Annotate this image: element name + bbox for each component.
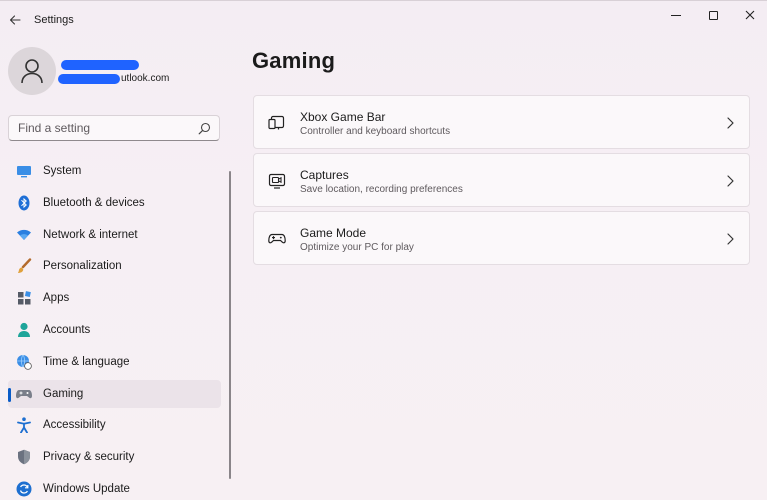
chevron-right-icon — [727, 117, 734, 129]
sidebar-scrollbar[interactable] — [229, 171, 231, 479]
sidebar-item-network[interactable]: Network & internet — [8, 221, 221, 249]
arrow-left-icon — [9, 15, 21, 25]
minimize-icon — [671, 14, 681, 16]
sidebar-item-label: Windows Update — [43, 482, 130, 495]
settings-card-list: Xbox Game Bar Controller and keyboard sh… — [253, 95, 750, 269]
game-mode-card[interactable]: Game Mode Optimize your PC for play — [253, 211, 750, 265]
close-button[interactable] — [730, 1, 767, 29]
maximize-button[interactable] — [693, 1, 733, 29]
apps-icon — [16, 290, 32, 306]
maximize-icon — [708, 10, 718, 20]
settings-window: Settings utlook.com Find a setting Syste… — [0, 0, 767, 500]
sidebar-item-label: Apps — [43, 292, 70, 305]
brush-icon — [16, 258, 32, 274]
app-title: Settings — [34, 14, 74, 26]
game-bar-icon — [268, 115, 285, 130]
sidebar-item-personalization[interactable]: Personalization — [8, 252, 221, 280]
chevron-right-icon — [727, 233, 734, 245]
sidebar-item-label: System — [43, 165, 82, 177]
search-icon[interactable] — [198, 122, 211, 135]
selected-indicator — [8, 387, 11, 402]
gamepad-icon — [16, 386, 32, 402]
minimize-button[interactable] — [656, 1, 696, 29]
card-subtitle: Save location, recording preferences — [300, 184, 463, 195]
sidebar-item-label: Time & language — [43, 355, 130, 368]
sidebar-item-label: Bluetooth & devices — [43, 196, 145, 209]
title-bar: Settings — [0, 1, 767, 39]
card-title: Xbox Game Bar — [300, 110, 386, 124]
sidebar-item-label: Personalization — [43, 260, 122, 273]
search-input[interactable] — [9, 116, 189, 140]
update-icon — [16, 481, 32, 497]
xbox-game-bar-card[interactable]: Xbox Game Bar Controller and keyboard sh… — [253, 95, 750, 149]
bluetooth-icon — [16, 195, 32, 211]
redaction-mark — [61, 60, 139, 70]
shield-icon — [16, 449, 32, 465]
accessibility-icon — [16, 417, 32, 434]
sidebar-nav: System Bluetooth & devices Network & int… — [8, 157, 221, 500]
account-email: utlook.com — [121, 73, 170, 84]
card-title: Captures — [300, 168, 349, 182]
sidebar-item-label: Accounts — [43, 323, 91, 336]
controller-icon — [268, 233, 286, 244]
sidebar-item-accessibility[interactable]: Accessibility — [8, 411, 221, 439]
card-subtitle: Optimize your PC for play — [300, 242, 414, 253]
sidebar-item-label: Gaming — [43, 387, 84, 400]
back-button[interactable] — [6, 10, 24, 30]
globe-clock-icon — [16, 354, 32, 370]
accounts-icon — [16, 322, 32, 338]
sidebar-item-system[interactable]: System — [8, 157, 221, 185]
sidebar-item-accounts[interactable]: Accounts — [8, 316, 221, 344]
sidebar-item-label: Network & internet — [43, 228, 138, 241]
capture-icon — [268, 173, 286, 189]
sidebar-item-apps[interactable]: Apps — [8, 284, 221, 312]
user-icon — [21, 59, 43, 84]
page-title: Gaming — [252, 48, 336, 73]
close-icon — [745, 10, 755, 20]
avatar[interactable] — [8, 47, 56, 95]
sidebar-item-bluetooth[interactable]: Bluetooth & devices — [8, 189, 221, 217]
chevron-right-icon — [727, 175, 734, 187]
sidebar-item-gaming[interactable]: Gaming — [8, 379, 221, 408]
sidebar-item-time-language[interactable]: Time & language — [8, 348, 221, 376]
redaction-mark — [58, 74, 120, 84]
sidebar-item-windows-update[interactable]: Windows Update — [8, 475, 221, 500]
card-subtitle: Controller and keyboard shortcuts — [300, 126, 451, 137]
captures-card[interactable]: Captures Save location, recording prefer… — [253, 153, 750, 207]
sidebar-item-privacy-security[interactable]: Privacy & security — [8, 443, 221, 471]
search-box[interactable] — [8, 115, 220, 141]
sidebar-item-label: Accessibility — [43, 419, 106, 432]
wifi-icon — [16, 227, 32, 243]
sidebar-item-label: Privacy & security — [43, 451, 135, 464]
monitor-icon — [16, 163, 32, 179]
card-title: Game Mode — [300, 226, 367, 240]
